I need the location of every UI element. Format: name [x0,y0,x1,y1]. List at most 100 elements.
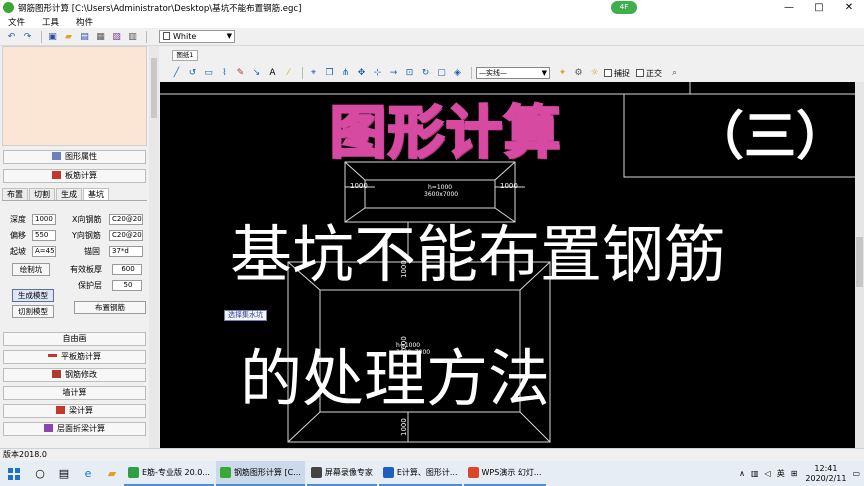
rectangle-icon[interactable]: ▭ [202,67,215,79]
select-sump-tag[interactable]: 选择集水坑 [224,310,267,321]
tab-cut[interactable]: 切割 [29,188,55,200]
color-select[interactable]: White ▼ [159,30,235,43]
redo-icon[interactable]: ↷ [21,31,34,43]
taskbar-app-wps[interactable]: WPS演示 幻灯... [463,461,546,486]
move-icon[interactable]: ✥ [355,67,368,79]
arc-icon[interactable]: ↺ [186,67,199,79]
tab-pit[interactable]: 基坑 [83,188,109,200]
ortho-checkbox[interactable] [636,69,644,77]
place-rebar-button[interactable]: 布置钢筋 [74,301,146,314]
save-as-icon[interactable]: ▤ [78,31,91,43]
slope-input[interactable]: A=45 [32,246,56,257]
ime-mode-icon[interactable]: ⊞ [791,469,798,478]
left-scrollbar[interactable] [149,46,159,448]
color-value: White [173,32,197,41]
offset-input[interactable]: 550 [32,230,56,241]
task-view-icon[interactable]: ▤ [52,461,76,486]
gen-model-button[interactable]: 生成模型 [12,289,54,302]
dimension-icon[interactable]: ↘ [250,67,263,79]
trim-icon[interactable]: ⊹ [371,67,384,79]
line-type-select[interactable]: —实线— ▼ [476,67,550,79]
snap-checkbox[interactable] [604,69,612,77]
toolbar-divider [146,30,147,43]
tab-generate[interactable]: 生成 [56,188,82,200]
wall-calc-button[interactable]: 墙计算 [3,386,146,400]
x-bar-input[interactable]: C20@200 [109,214,143,225]
taskbar-app-ejin[interactable]: E筋-专业版 20.0... [124,461,214,486]
rotate-icon[interactable]: ↻ [419,67,432,79]
taskbar-app-rebar-calc[interactable]: 钢筋图形计算 [C... [215,461,305,486]
cut-model-button[interactable]: 切割模型 [12,305,54,318]
document-tab-bar: 图纸1 [160,48,864,61]
clock[interactable]: 12:41 2020/2/11 [805,464,846,484]
box-icon[interactable]: ▢ [435,67,448,79]
copy-icon[interactable]: ❐ [323,67,336,79]
scroll-thumb[interactable] [856,237,863,287]
rebar-edit-button[interactable]: 钢筋修改 [3,368,146,382]
system-tray: ∧ ▥ ◁ 英 ⊞ 12:41 2020/2/11 ▭ [733,461,860,486]
bulb-icon[interactable]: ✦ [556,67,569,79]
roof-beam-calc-button[interactable]: 层面折梁计算 [3,422,146,436]
print-icon[interactable]: ▦ [94,31,107,43]
search-icon[interactable]: ○ [28,461,52,486]
windows-logo-icon [8,467,20,480]
app-wps-icon [467,467,479,478]
eff-height-input[interactable]: 600 [112,264,142,275]
tab-drawing-1[interactable]: 图纸1 [172,50,198,61]
volume-icon[interactable]: ◁ [765,469,771,478]
snap-settings-icon[interactable]: ⚙ [572,67,585,79]
properties-icon[interactable]: ▥ [126,31,139,43]
menu-tools[interactable]: 工具 [34,16,68,28]
tray-arrow-icon[interactable]: ∧ [739,469,745,478]
slab-calc-button[interactable]: 板筋计算 [3,169,146,183]
drawing-canvas[interactable]: 1000 1000 h=1000 3600x7000 1000 3600 h=1… [160,82,855,448]
minimize-button[interactable]: — [774,0,804,15]
extend-icon[interactable]: → [387,67,400,79]
layers-icon[interactable]: ▧ [110,31,123,43]
depth-input[interactable]: 1000 [32,214,56,225]
edit-icon[interactable]: ✎ [234,67,247,79]
dim-center-top-a: h=1000 [428,184,453,191]
draw-pit-button[interactable]: 绘制坑 [12,263,50,276]
line-icon[interactable]: ╱ [170,67,183,79]
start-button[interactable] [0,461,28,486]
menu-component[interactable]: 构件 [68,16,102,28]
select-icon[interactable]: ⌖ [307,67,320,79]
anchor-input[interactable]: 37*d [109,246,143,257]
polyline-icon[interactable]: ⌇ [218,67,231,79]
tab-layout[interactable]: 布置 [2,188,28,200]
menu-file[interactable]: 文件 [0,16,34,28]
open-folder-icon[interactable]: ▰ [62,31,75,43]
taskbar-app-recorder[interactable]: 屏幕录像专家 [306,461,377,486]
close-button[interactable]: ✕ [834,0,864,15]
network-icon[interactable]: ▥ [751,469,759,478]
snap-label: 捕捉 [614,68,630,78]
taskbar-app-ecalc[interactable]: E计算、图形计... [378,461,462,486]
graph-properties-button[interactable]: 图形属性 [3,150,146,164]
file-explorer-icon[interactable]: ▰ [100,461,124,486]
flat-slab-calc-button[interactable]: 平板筋计算 [3,350,146,364]
eff-height-label: 有效板厚 [70,265,102,274]
beam-calc-button[interactable]: 梁计算 [3,404,146,418]
zoom-icon[interactable]: ⌕ [668,67,681,79]
undo-icon[interactable]: ↶ [5,31,18,43]
maximize-button[interactable]: □ [804,0,834,15]
scale-icon[interactable]: ⊡ [403,67,416,79]
3d-view-icon[interactable]: ◈ [451,67,464,79]
ime-indicator[interactable]: 英 [777,468,785,479]
canvas-scrollbar[interactable] [855,82,864,448]
cover-input[interactable]: 50 [112,280,142,291]
free-draw-button[interactable]: 自由画 [3,332,146,346]
pit-tab-panel: 深度 1000 偏移 550 起坡 A=45 X向钢筋 C20@200 Y向钢筋… [2,201,147,326]
mirror-icon[interactable]: ⋔ [339,67,352,79]
scroll-thumb[interactable] [151,58,157,118]
overlay-title-line3: 的处理方法 [240,342,551,415]
save-icon[interactable]: ▣ [46,31,59,43]
pen-icon[interactable]: ⁄ [282,67,295,79]
y-bar-input[interactable]: C20@200 [109,230,143,241]
sun-icon[interactable]: ☼ [588,67,601,79]
edge-browser-icon[interactable]: e [76,461,100,486]
text-icon[interactable]: A [266,67,279,79]
notification-icon[interactable]: ▭ [852,469,860,478]
recorder-badge[interactable]: 4F [611,1,637,14]
